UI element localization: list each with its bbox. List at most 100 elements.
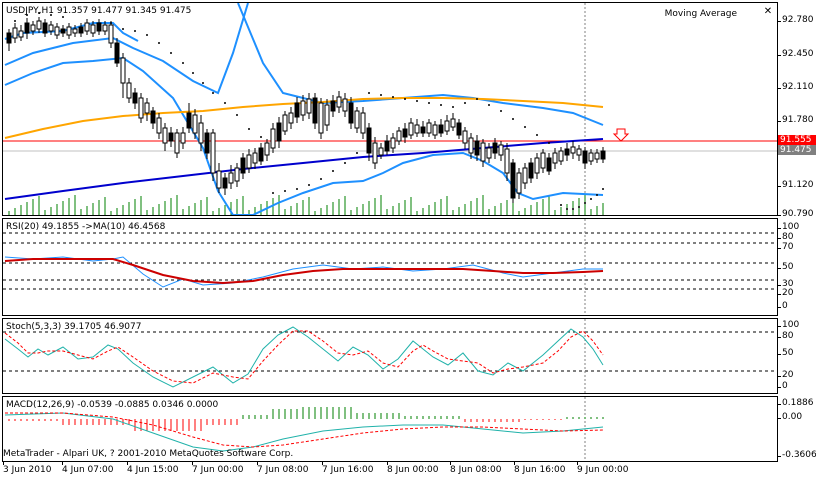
candle-body [54, 26, 60, 36]
sar-dot [500, 110, 502, 112]
close-icon[interactable]: ✕ [763, 7, 773, 17]
candle-body [540, 152, 546, 169]
candle-body [588, 152, 594, 162]
candle-body [42, 22, 48, 34]
rsi-tick-label: 20 [777, 288, 794, 298]
candle-body [252, 152, 258, 164]
candle-body [72, 28, 78, 34]
rsi-header: RSI(20) 49.1855 ->MA(10) 46.4568 [6, 222, 166, 232]
candle-body [366, 127, 372, 154]
time-label: 7 Jun 00:00 [192, 465, 244, 475]
indicator-name-label: Moving Average [664, 9, 737, 19]
candle-body [30, 24, 36, 32]
candle-body [168, 132, 174, 142]
candle-body [582, 150, 588, 164]
sar-dot [560, 204, 562, 206]
candle-body [6, 32, 12, 44]
rsi-scale: 100 80 70 50 30 20 0 [777, 218, 816, 316]
candle-body [156, 117, 162, 134]
current-price-tag: 91.475 [778, 145, 816, 155]
candle-body [576, 148, 582, 156]
candle-body [282, 114, 288, 132]
time-label: 7 Jun 08:00 [257, 465, 309, 475]
candle-body [186, 112, 192, 129]
candle-body [456, 122, 462, 136]
sar-dot [134, 30, 136, 32]
price-tick-label: 92.780 [778, 15, 814, 25]
price-tick-label: 92.450 [778, 49, 814, 59]
candle-body [444, 120, 450, 132]
rsi-canvas[interactable] [3, 219, 777, 315]
candle-body [420, 126, 426, 134]
price-chart-canvas[interactable] [3, 3, 777, 215]
candle-body [312, 97, 318, 124]
candle-body [276, 122, 282, 142]
candle-body [348, 102, 354, 124]
rsi-pane[interactable]: RSI(20) 49.1855 ->MA(10) 46.4568 [2, 218, 778, 316]
candle-body [342, 98, 348, 112]
candle-body [408, 122, 414, 136]
candle-body [600, 150, 606, 160]
stochastic-pane[interactable]: Stoch(5,3,3) 39.1705 46.9077 [2, 318, 778, 394]
candle-body [570, 146, 576, 154]
candle-body [132, 92, 138, 104]
sar-dot [122, 28, 124, 30]
candle-body [480, 142, 486, 162]
price-chart-pane[interactable]: USDJPY,H1 91.357 91.477 91.345 91.475 Mo… [2, 2, 778, 216]
candle-body [534, 157, 540, 174]
symbol-header: USDJPY,H1 91.357 91.477 91.345 91.475 [6, 6, 192, 16]
sar-dot [296, 188, 298, 190]
sar-dot [488, 104, 490, 106]
candle-body [150, 110, 156, 124]
candle-body [102, 24, 108, 32]
candle-body [114, 42, 120, 64]
candle-body [396, 130, 402, 142]
bollinger-upper-2 [237, 3, 604, 126]
candle-body [402, 128, 408, 138]
candle-body [426, 122, 432, 134]
candle-body [24, 22, 30, 34]
sar-dot [212, 92, 214, 94]
sar-dot [182, 62, 184, 64]
candle-body [216, 170, 222, 189]
sar-dot [110, 22, 112, 24]
candle-body [546, 157, 552, 172]
candle-body [516, 172, 522, 194]
candle-body [468, 137, 474, 154]
sar-dot [464, 102, 466, 104]
candle-body [78, 26, 84, 34]
candle-body [474, 140, 480, 156]
candle-body [12, 27, 18, 39]
sar-dot [308, 184, 310, 186]
candle-body [336, 96, 342, 108]
candle-body [18, 30, 24, 38]
sar-dot [146, 34, 148, 36]
stoch-tick-label: 20 [777, 370, 794, 380]
sar-dot [236, 114, 238, 116]
macd-tick-label: 0.00 [777, 412, 803, 422]
sar-dot [566, 208, 568, 210]
candle-body [528, 162, 534, 179]
candle-body [354, 110, 360, 129]
candle-body [384, 140, 390, 152]
candle-body [414, 124, 420, 134]
sar-dot [170, 52, 172, 54]
candle-body [270, 128, 276, 149]
price-scale: 92.78092.45092.11091.78091.47591.12090.7… [778, 2, 816, 219]
candle-body [294, 102, 300, 118]
time-label: 3 Jun 2010 [3, 465, 52, 475]
candle-body [360, 112, 366, 134]
candle-body [372, 142, 378, 164]
candle-body [48, 24, 54, 32]
candle-body [492, 142, 498, 154]
candle-body [486, 147, 492, 159]
candle-body [552, 152, 558, 164]
candle-body [324, 104, 330, 126]
sar-dot [440, 104, 442, 106]
candle-body [504, 148, 510, 174]
macd-tick-label: -0.3606 [778, 450, 816, 460]
sar-dot [62, 16, 64, 18]
candle-body [66, 26, 72, 36]
time-label: 8 Jun 00:00 [387, 465, 439, 475]
metatrader-chart-window[interactable]: USDJPY,H1 91.357 91.477 91.345 91.475 Mo… [0, 0, 816, 479]
